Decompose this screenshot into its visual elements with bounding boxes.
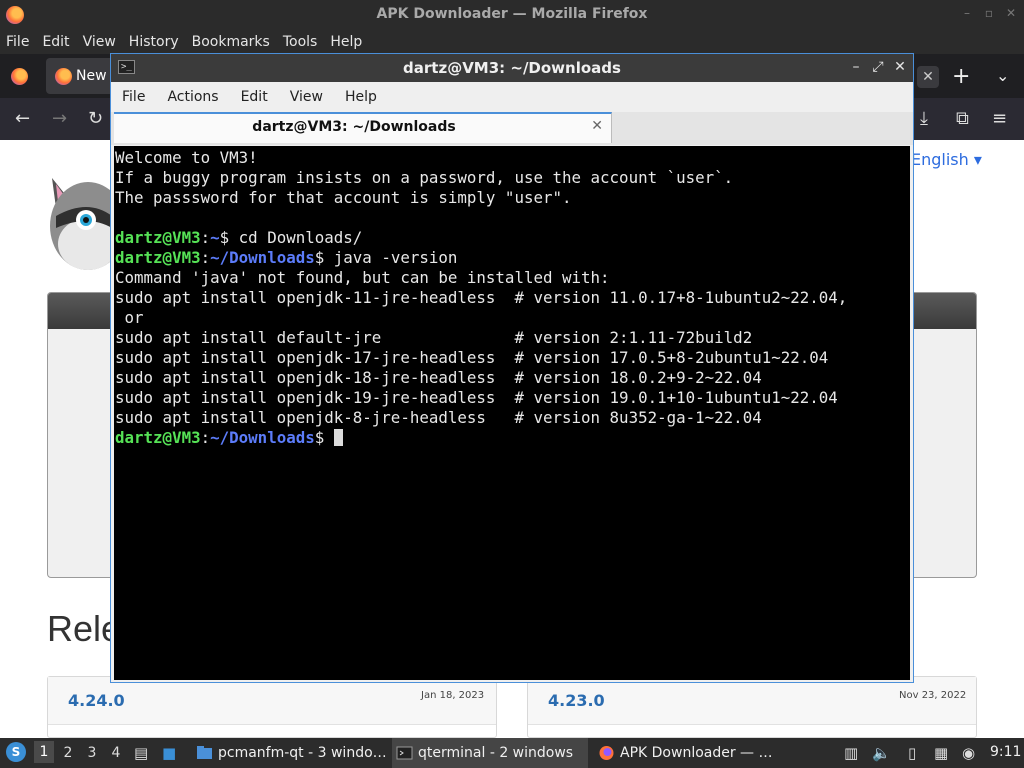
terminal-menu-actions[interactable]: Actions xyxy=(167,89,218,105)
terminal-menu-view[interactable]: View xyxy=(290,89,323,105)
tab-favicon-icon xyxy=(55,68,72,85)
terminal-output-line: The passsword for that account is simply… xyxy=(115,188,572,207)
folder-icon xyxy=(197,746,212,759)
terminal-output-line: If a buggy program insists on a password… xyxy=(115,168,734,187)
terminal-output-line: sudo apt install openjdk-8-jre-headless … xyxy=(115,408,762,427)
prompt-path: ~ xyxy=(210,228,220,247)
release-date: Nov 23, 2022 xyxy=(899,690,967,701)
back-arrow-icon[interactable]: ← xyxy=(15,108,30,129)
firefox-icon xyxy=(599,746,614,760)
close-icon[interactable]: ✕ xyxy=(893,59,907,75)
terminal-prompt-line: dartz@VM3:~/Downloads$ xyxy=(115,428,910,448)
terminal-output-line: Welcome to VM3! xyxy=(115,148,258,167)
firefox-window-title: APK Downloader — Mozilla Firefox xyxy=(376,6,648,22)
terminal-tab-label[interactable]: dartz@VM3: ~/Downloads xyxy=(114,119,594,135)
terminal-output-line: Command 'java' not found, but can be ins… xyxy=(115,268,610,287)
workspace-3[interactable]: 3 xyxy=(82,745,102,761)
firefox-view-icon[interactable] xyxy=(11,68,28,85)
terminal-output-line: sudo apt install openjdk-17-jre-headless… xyxy=(115,348,829,367)
text-cursor xyxy=(333,429,343,446)
terminal-prompt-line: dartz@VM3:~$ cd Downloads/ xyxy=(115,228,363,247)
prompt-user: dartz@VM3 xyxy=(115,228,201,247)
prompt-command: $ cd Downloads/ xyxy=(219,228,363,247)
workspace-1[interactable]: 1 xyxy=(34,741,54,763)
firefox-titlebar: APK Downloader — Mozilla Firefox – ▫ ✕ xyxy=(0,0,1024,30)
forward-arrow-icon[interactable]: → xyxy=(52,108,67,129)
clipboard-icon[interactable]: ▥ xyxy=(844,744,858,762)
terminal-menu-edit[interactable]: Edit xyxy=(241,89,268,105)
tab-list-chevron-down-icon[interactable]: ⌄ xyxy=(996,66,1009,85)
menu-help[interactable]: Help xyxy=(330,34,362,50)
file-manager-launcher-icon[interactable]: ▤ xyxy=(134,744,148,762)
terminal-window-title: dartz@VM3: ~/Downloads xyxy=(403,59,621,77)
close-icon[interactable]: ✕ xyxy=(1004,6,1018,20)
minimize-icon[interactable]: – xyxy=(960,6,974,20)
new-tab-icon[interactable]: + xyxy=(952,64,970,89)
terminal-tab[interactable]: dartz@VM3: ~/Downloads ✕ xyxy=(114,112,612,143)
prompt-command: $ xyxy=(314,428,334,447)
workspace-2[interactable]: 2 xyxy=(58,745,78,761)
language-selector[interactable]: English ▾ xyxy=(911,150,982,169)
workspace-4[interactable]: 4 xyxy=(106,745,126,761)
release-version[interactable]: 4.23.0 xyxy=(548,691,605,710)
terminal-output-line: sudo apt install openjdk-11-jre-headless… xyxy=(115,288,848,307)
prompt-user: dartz@VM3 xyxy=(115,428,201,447)
maximize-icon[interactable]: ▫ xyxy=(982,6,996,20)
terminal-menu-file[interactable]: File xyxy=(122,89,145,105)
downloads-icon[interactable]: ⤓ xyxy=(920,108,928,129)
show-desktop-icon[interactable]: ■ xyxy=(162,744,176,762)
menu-edit[interactable]: Edit xyxy=(42,34,69,50)
terminal-window[interactable]: >_ dartz@VM3: ~/Downloads – ⤢ ✕ File Act… xyxy=(110,53,914,683)
terminal-output-line: sudo apt install openjdk-18-jre-headless… xyxy=(115,368,762,387)
terminal-output-line: or xyxy=(115,308,144,327)
restore-icon[interactable]: ⤢ xyxy=(871,59,885,75)
tab-close-icon[interactable]: ✕ xyxy=(917,66,939,88)
prompt-user: dartz@VM3 xyxy=(115,248,201,267)
extensions-icon[interactable]: ⧉ xyxy=(956,108,969,129)
taskbar-item-firefox[interactable]: APK Downloader — … xyxy=(594,738,790,768)
tab-close-icon[interactable]: ✕ xyxy=(591,118,603,134)
terminal-menubar: File Actions Edit View Help xyxy=(111,82,913,112)
menu-history[interactable]: History xyxy=(129,34,179,50)
notes-icon[interactable]: ▯ xyxy=(908,744,916,762)
raccoon-logo-icon xyxy=(50,178,112,270)
terminal-output-line: sudo apt install openjdk-19-jre-headless… xyxy=(115,388,838,407)
terminal-icon xyxy=(396,746,413,760)
minimize-icon[interactable]: – xyxy=(849,59,863,75)
reload-icon[interactable]: ↻ xyxy=(88,108,103,129)
menu-bookmarks[interactable]: Bookmarks xyxy=(192,34,270,50)
menu-tools[interactable]: Tools xyxy=(283,34,318,50)
start-menu-icon[interactable]: S xyxy=(6,742,26,762)
firefox-menubar: File Edit View History Bookmarks Tools H… xyxy=(0,30,1024,54)
terminal-tabbar: dartz@VM3: ~/Downloads ✕ xyxy=(111,112,913,145)
browser-tab-label[interactable]: New xyxy=(76,68,107,84)
prompt-command: $ java -version xyxy=(314,248,458,267)
terminal-output[interactable]: Welcome to VM3! If a buggy program insist… xyxy=(114,146,910,680)
terminal-titlebar[interactable]: >_ dartz@VM3: ~/Downloads – ⤢ ✕ xyxy=(111,54,913,82)
terminal-menu-help[interactable]: Help xyxy=(345,89,377,105)
taskbar-item-qterminal[interactable]: qterminal - 2 windows xyxy=(392,738,588,768)
terminal-output-line: sudo apt install default-jre # version 2… xyxy=(115,328,753,347)
prompt-path: ~/Downloads xyxy=(210,428,315,447)
release-version[interactable]: 4.24.0 xyxy=(68,691,125,710)
volume-icon[interactable]: 🔈 xyxy=(872,744,891,762)
menu-file[interactable]: File xyxy=(6,34,29,50)
menu-view[interactable]: View xyxy=(83,34,116,50)
network-icon[interactable]: ▦ xyxy=(934,744,948,762)
notification-icon[interactable]: ◉ xyxy=(962,744,975,762)
taskbar-item-pcmanfm[interactable]: pcmanfm-qt - 3 windo… xyxy=(192,738,388,768)
terminal-prompt-line: dartz@VM3:~/Downloads$ java -version xyxy=(115,248,458,267)
clock: 9:11 xyxy=(990,744,1022,760)
release-date: Jan 18, 2023 xyxy=(421,690,485,701)
hamburger-menu-icon[interactable]: ≡ xyxy=(992,108,1007,129)
prompt-path: ~/Downloads xyxy=(210,248,315,267)
